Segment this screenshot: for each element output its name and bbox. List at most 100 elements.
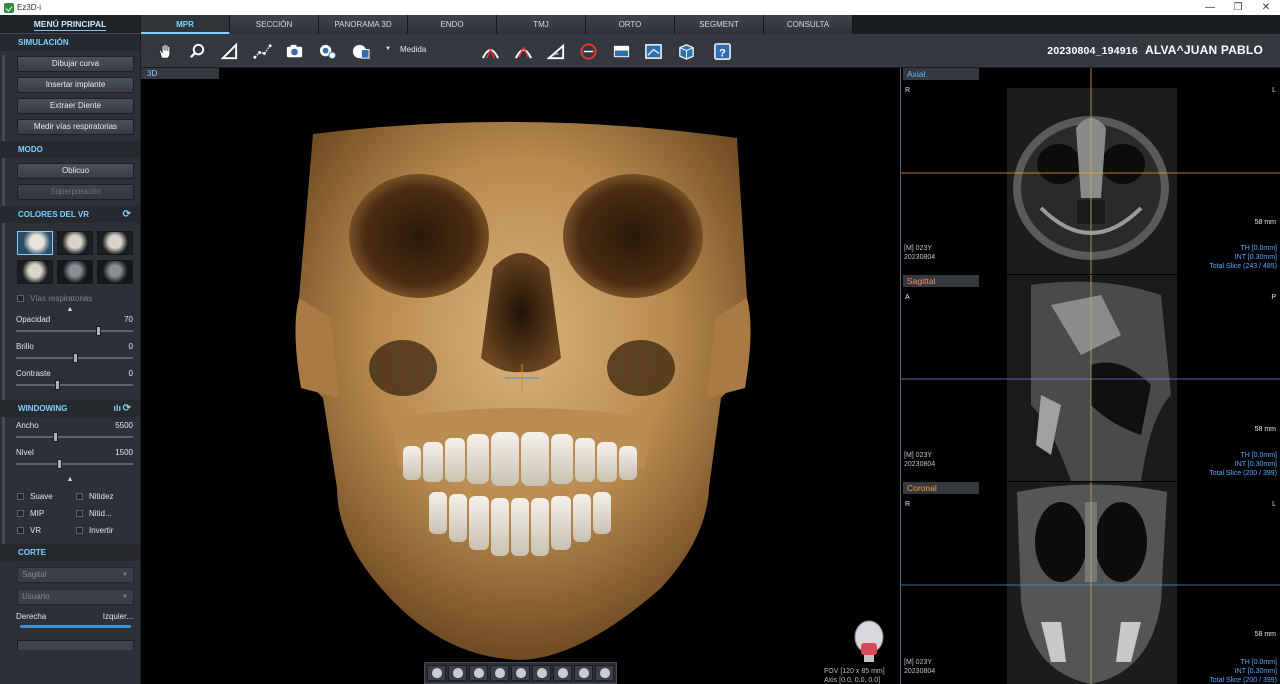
extract-tooth-button[interactable]: Extraer Diente <box>17 98 134 114</box>
level-slider-knob[interactable] <box>57 459 63 469</box>
sagittal-orientation-left: A <box>905 294 910 301</box>
polyline-icon[interactable] <box>251 40 273 62</box>
pan-hand-icon[interactable] <box>154 40 176 62</box>
refresh-icon[interactable]: ⟳ <box>123 400 131 417</box>
vr-preset-3[interactable] <box>97 231 133 255</box>
view-preset-strip <box>424 662 617 684</box>
option-smooth[interactable]: Suave <box>17 489 76 503</box>
coronal-slice-image[interactable] <box>901 482 1280 684</box>
viewport-3d[interactable]: 3D FOV [120 x 85 mm] Axis [0.0, 0.0, 0.0… <box>141 68 900 684</box>
capture-3d-icon[interactable] <box>316 40 338 62</box>
tab-orto[interactable]: ORTO <box>586 15 675 34</box>
fov-info: FOV [120 x 85 mm] Axis [0.0, 0.0, 0.0] <box>824 668 885 684</box>
opacity-slider[interactable]: Opacidad 70 <box>0 315 140 342</box>
draw-curve-button[interactable]: Dibujar curva <box>17 56 134 72</box>
tab-endo[interactable]: ENDO <box>408 15 497 34</box>
chevron-down-icon[interactable]: ▼ <box>385 46 391 52</box>
coronal-orientation-right: L <box>1272 501 1276 508</box>
tab-consulta[interactable]: CONSULTA <box>764 15 853 34</box>
cross-section-icon[interactable] <box>642 40 664 62</box>
collapse-up-icon[interactable]: ▲ <box>0 305 140 315</box>
zoom-magnifier-icon[interactable] <box>186 40 208 62</box>
option-mip[interactable]: MIP <box>17 506 76 520</box>
checkbox[interactable] <box>17 509 24 517</box>
tab-seccion[interactable]: SECCIÓN <box>230 15 319 34</box>
tab-tmj[interactable]: TMJ <box>497 15 586 34</box>
skull-volume-render[interactable] <box>141 68 900 684</box>
insert-implant-button[interactable]: Insertar implante <box>17 77 134 93</box>
measure-dropdown[interactable]: Medida <box>400 45 426 54</box>
view-preset-left-icon[interactable] <box>427 665 446 681</box>
main-menu-header[interactable]: MENÚ PRINCIPAL <box>0 15 140 34</box>
view-preset-bottom-icon[interactable] <box>574 665 593 681</box>
bone-angle-icon[interactable] <box>545 40 567 62</box>
close-button[interactable]: ✕ <box>1252 0 1280 15</box>
camera-icon[interactable] <box>283 40 305 62</box>
toolbar: ▼ Medida ? 20230804_194916 ALVA^JUAN PAB… <box>141 34 1280 68</box>
restore-button[interactable]: ❐ <box>1224 0 1252 15</box>
arch-measure-icon[interactable] <box>479 40 501 62</box>
refresh-icon[interactable]: ⟳ <box>123 206 131 223</box>
histogram-icon[interactable]: ılı <box>113 400 121 417</box>
option-invert[interactable]: Invertir <box>76 523 136 537</box>
opacity-slider-knob[interactable] <box>95 326 101 336</box>
checkbox[interactable] <box>76 526 83 534</box>
tab-segment[interactable]: SEGMENT <box>675 15 764 34</box>
help-icon[interactable]: ? <box>711 40 733 62</box>
cut-position-slider[interactable] <box>20 625 131 628</box>
view-preset-front-icon[interactable] <box>469 665 488 681</box>
axial-pane[interactable]: Axial R L 58 mm [M] 023Y 20230804 TH [0.0… <box>901 68 1280 274</box>
option-sharpness[interactable]: Nitidez <box>76 489 136 503</box>
orientation-head-icon[interactable] <box>852 619 886 663</box>
tab-mpr[interactable]: MPR <box>141 15 230 34</box>
volume-box-icon[interactable] <box>675 40 697 62</box>
checkbox[interactable] <box>76 509 83 517</box>
vr-preset-5[interactable] <box>57 260 93 284</box>
export-icon[interactable] <box>349 40 371 62</box>
overlay-button[interactable]: Superposición <box>17 184 134 200</box>
angle-measure-icon[interactable] <box>218 40 240 62</box>
vr-preset-grid <box>17 231 140 284</box>
vr-preset-2[interactable] <box>57 231 93 255</box>
option-sharpness-2[interactable]: Nitid... <box>76 506 136 520</box>
corte-action-button[interactable] <box>17 640 134 650</box>
view-preset-left-45-icon[interactable] <box>511 665 530 681</box>
tab-panorama-3d[interactable]: PANORAMA 3D <box>319 15 408 34</box>
collapse-up-icon[interactable]: ▲ <box>0 475 140 485</box>
cut-plane-select[interactable]: Sagital <box>17 567 134 583</box>
panorama-icon[interactable] <box>610 40 632 62</box>
brightness-slider[interactable]: Brillo 0 <box>0 342 140 369</box>
view-preset-right-45-icon[interactable] <box>532 665 551 681</box>
reset-circle-icon[interactable] <box>577 40 599 62</box>
view-preset-top-icon[interactable] <box>553 665 572 681</box>
airway-checkbox[interactable] <box>17 294 24 302</box>
vr-preset-6[interactable] <box>97 260 133 284</box>
view-preset-right-icon[interactable] <box>448 665 467 681</box>
cut-mode-select[interactable]: Usuario <box>17 589 134 605</box>
minimize-button[interactable]: — <box>1196 0 1224 15</box>
airway-checkbox-row[interactable]: Vías respiratorias <box>0 291 140 305</box>
arch-angle-icon[interactable] <box>512 40 534 62</box>
checkbox[interactable] <box>76 492 83 500</box>
width-slider[interactable]: Ancho 5500 <box>0 421 140 448</box>
left-panel-scrollbar[interactable] <box>2 55 5 555</box>
vr-preset-4[interactable] <box>17 260 53 284</box>
view-preset-back-icon[interactable] <box>490 665 509 681</box>
option-vr[interactable]: VR <box>17 523 76 537</box>
sagittal-pane[interactable]: Sagittal A P 58 mm [M] 023Y 20230804 TH [… <box>901 275 1280 481</box>
axial-orientation-left: R <box>905 87 911 94</box>
coronal-pane[interactable]: Coronal R L 58 mm [M] 023Y 20230804 TH [0… <box>901 482 1280 684</box>
checkbox[interactable] <box>17 492 24 500</box>
width-slider-knob[interactable] <box>52 432 58 442</box>
checkbox[interactable] <box>17 526 24 534</box>
view-preset-reset-icon[interactable] <box>595 665 614 681</box>
contrast-slider[interactable]: Contraste 0 <box>0 369 140 396</box>
view-3d-label: 3D <box>141 68 219 79</box>
measure-airway-button[interactable]: Medir vías respiratorias <box>17 119 134 135</box>
level-slider[interactable]: Nivel 1500 <box>0 448 140 475</box>
coronal-label: Coronal <box>903 482 979 494</box>
vr-preset-1[interactable] <box>17 231 53 255</box>
brightness-slider-knob[interactable] <box>72 353 78 363</box>
contrast-slider-knob[interactable] <box>54 380 60 390</box>
oblique-button[interactable]: Oblicuo <box>17 163 134 179</box>
